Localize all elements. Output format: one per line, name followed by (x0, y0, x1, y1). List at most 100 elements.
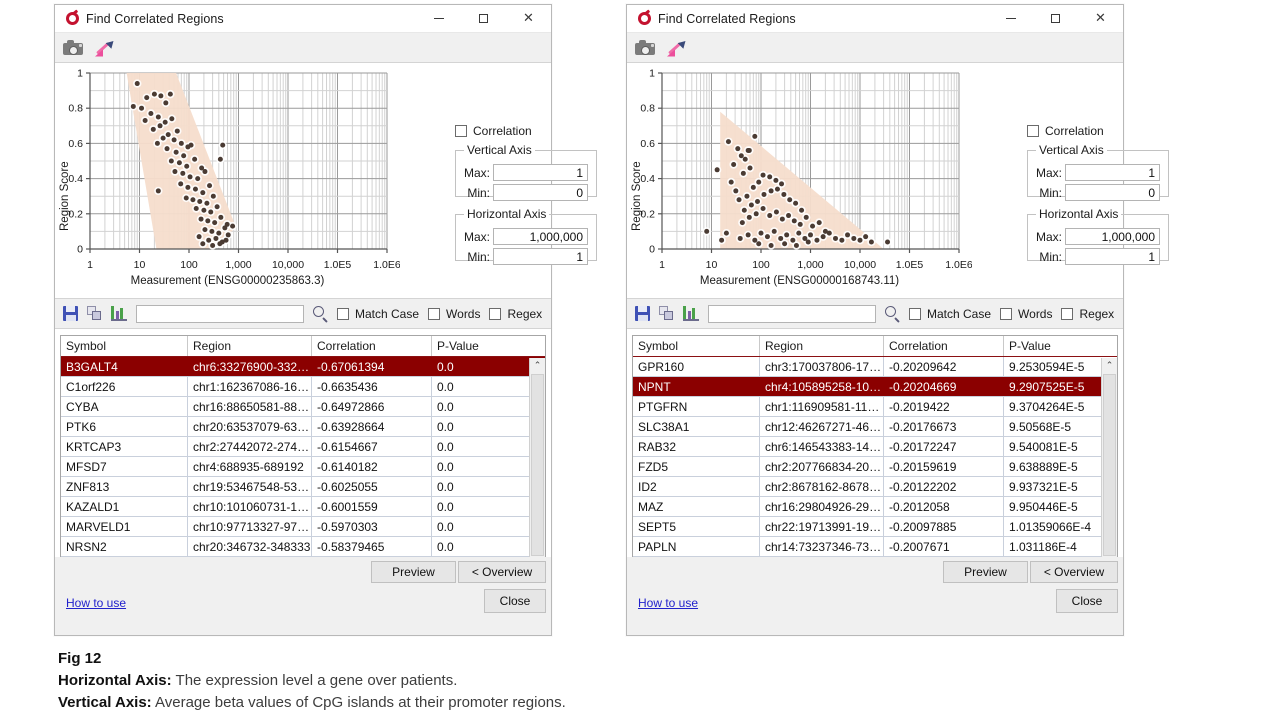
bar-chart-icon[interactable] (683, 306, 699, 321)
close-dialog-button[interactable]: Close (1056, 589, 1118, 613)
table-row[interactable]: NRSN2chr20:346732-348333-0.583794650.0 (61, 537, 545, 557)
table-row[interactable]: MAZchr16:29804926-2980...-0.20120589.950… (633, 497, 1117, 517)
column-header-correlation[interactable]: Correlation (312, 336, 432, 356)
search-icon[interactable] (313, 306, 328, 321)
scroll-up-icon[interactable]: ⌃ (530, 358, 546, 373)
cell-region: chr10:97713327-9771... (188, 517, 312, 536)
vertical-min-input[interactable]: 0 (1065, 184, 1160, 201)
maximize-button[interactable] (461, 5, 506, 32)
table-row[interactable]: ZNF813chr19:53467548-5346...-0.60250550.… (61, 477, 545, 497)
table-row[interactable]: B3GALT4chr6:33276900-33277...-0.67061394… (61, 357, 545, 377)
correlation-checkbox-row[interactable]: Correlation (455, 124, 532, 138)
table-row[interactable]: FZD5chr2:207766834-2077...-0.201596199.6… (633, 457, 1117, 477)
scrollbar-thumb[interactable] (531, 374, 544, 556)
regex-row[interactable]: Regex (1061, 307, 1114, 321)
match-case-row[interactable]: Match Case (337, 307, 419, 321)
camera-icon[interactable] (63, 40, 83, 55)
table-row[interactable]: PTGFRNchr1:116909581-1169...-0.20194229.… (633, 397, 1117, 417)
minimize-button[interactable] (988, 5, 1033, 32)
scatter-plot-left[interactable]: Region Score 00.20.40.60.811101001,00010… (55, 63, 400, 298)
table-row[interactable]: MARVELD1chr10:97713327-9771...-0.5970303… (61, 517, 545, 537)
column-header-region[interactable]: Region (188, 336, 312, 356)
table-header-row: SymbolRegionCorrelationP-Value (633, 336, 1117, 357)
match-case-checkbox[interactable] (909, 308, 921, 320)
table-scrollbar[interactable]: ⌃ ⌄ (1101, 358, 1117, 571)
table-row[interactable]: KAZALD1chr10:101060731-101...-0.60015590… (61, 497, 545, 517)
save-icon[interactable] (635, 306, 650, 321)
camera-icon[interactable] (635, 40, 655, 55)
overview-button[interactable]: < Overview (1030, 561, 1118, 583)
horizontal-max-input[interactable]: 1,000,000 (493, 228, 588, 245)
regex-checkbox[interactable] (1061, 308, 1073, 320)
table-body[interactable]: B3GALT4chr6:33276900-33277...-0.67061394… (61, 357, 545, 572)
overview-button[interactable]: < Overview (458, 561, 546, 583)
scroll-up-icon[interactable]: ⌃ (1102, 358, 1118, 373)
column-header-symbol[interactable]: Symbol (633, 336, 760, 356)
close-dialog-button[interactable]: Close (484, 589, 546, 613)
preview-button[interactable]: Preview (943, 561, 1028, 583)
vertical-axis-legend: Vertical Axis (464, 143, 535, 157)
copy-icon[interactable] (87, 306, 102, 321)
horizontal-max-input[interactable]: 1,000,000 (1065, 228, 1160, 245)
words-row[interactable]: Words (1000, 307, 1052, 321)
table-row[interactable]: ID2chr2:8678162-8678373-0.201222029.9373… (633, 477, 1117, 497)
table-row[interactable]: SEPT5chr22:19713991-1971...-0.200978851.… (633, 517, 1117, 537)
words-row[interactable]: Words (428, 307, 480, 321)
cell-symbol: MAZ (633, 497, 760, 516)
words-checkbox[interactable] (1000, 308, 1012, 320)
horizontal-min-input[interactable]: 1 (1065, 248, 1160, 265)
save-icon[interactable] (63, 306, 78, 321)
words-label: Words (446, 307, 480, 321)
column-header-region[interactable]: Region (760, 336, 884, 356)
table-row[interactable]: KRTCAP3chr2:27442072-27442...-0.61546670… (61, 437, 545, 457)
table-row[interactable]: NPNTchr4:105895258-10589...-0.202046699.… (633, 377, 1117, 397)
vertical-max-row: Max: 1 (1036, 164, 1160, 181)
how-to-use-link[interactable]: How to use (638, 596, 698, 610)
search-input[interactable] (708, 305, 876, 323)
correlation-label: Correlation (1045, 124, 1104, 138)
correlation-checkbox[interactable] (1027, 125, 1039, 137)
cell-region: chr14:73237346-7323... (760, 537, 884, 556)
dart-arrow-icon[interactable] (667, 39, 687, 57)
scatter-plot-right[interactable]: Region Score 00.20.40.60.811101001,00010… (627, 63, 972, 298)
how-to-use-link[interactable]: How to use (66, 596, 126, 610)
column-header-symbol[interactable]: Symbol (61, 336, 188, 356)
table-row[interactable]: SLC38A1chr12:46267271-4626...-0.20176673… (633, 417, 1117, 437)
column-header-p-value[interactable]: P-Value (432, 336, 541, 356)
vertical-max-input[interactable]: 1 (1065, 164, 1160, 181)
horizontal-min-input[interactable]: 1 (493, 248, 588, 265)
correlation-checkbox[interactable] (455, 125, 467, 137)
search-icon[interactable] (885, 306, 900, 321)
vertical-min-input[interactable]: 0 (493, 184, 588, 201)
table-scrollbar[interactable]: ⌃ ⌄ (529, 358, 545, 571)
words-checkbox[interactable] (428, 308, 440, 320)
column-header-p-value[interactable]: P-Value (1004, 336, 1113, 356)
bar-chart-icon[interactable] (111, 306, 127, 321)
cell-pvalue: 1.01359066E-4 (1004, 517, 1113, 536)
table-row[interactable]: GPR160chr3:170037806-1700...-0.202096429… (633, 357, 1117, 377)
table-row[interactable]: C1orf226chr1:162367086-1623...-0.6635436… (61, 377, 545, 397)
regex-row[interactable]: Regex (489, 307, 542, 321)
dart-arrow-icon[interactable] (95, 39, 115, 57)
vertical-max-input[interactable]: 1 (493, 164, 588, 181)
close-button[interactable]: ✕ (506, 5, 551, 32)
table-row[interactable]: MFSD7chr4:688935-689192-0.61401820.0 (61, 457, 545, 477)
column-header-correlation[interactable]: Correlation (884, 336, 1004, 356)
preview-button[interactable]: Preview (371, 561, 456, 583)
search-input[interactable] (136, 305, 304, 323)
regex-checkbox[interactable] (489, 308, 501, 320)
cell-symbol: CYBA (61, 397, 188, 416)
match-case-row[interactable]: Match Case (909, 307, 991, 321)
minimize-button[interactable] (416, 5, 461, 32)
table-row[interactable]: PAPLNchr14:73237346-7323...-0.20076711.0… (633, 537, 1117, 557)
match-case-checkbox[interactable] (337, 308, 349, 320)
copy-icon[interactable] (659, 306, 674, 321)
scrollbar-thumb[interactable] (1103, 374, 1116, 556)
table-row[interactable]: PTK6chr20:63537079-6353...-0.639286640.0 (61, 417, 545, 437)
table-row[interactable]: RAB32chr6:146543383-1465...-0.201722479.… (633, 437, 1117, 457)
correlation-checkbox-row[interactable]: Correlation (1027, 124, 1104, 138)
maximize-button[interactable] (1033, 5, 1078, 32)
close-button[interactable]: ✕ (1078, 5, 1123, 32)
table-row[interactable]: CYBAchr16:88650581-8865...-0.649728660.0 (61, 397, 545, 417)
table-body[interactable]: GPR160chr3:170037806-1700...-0.202096429… (633, 357, 1117, 572)
